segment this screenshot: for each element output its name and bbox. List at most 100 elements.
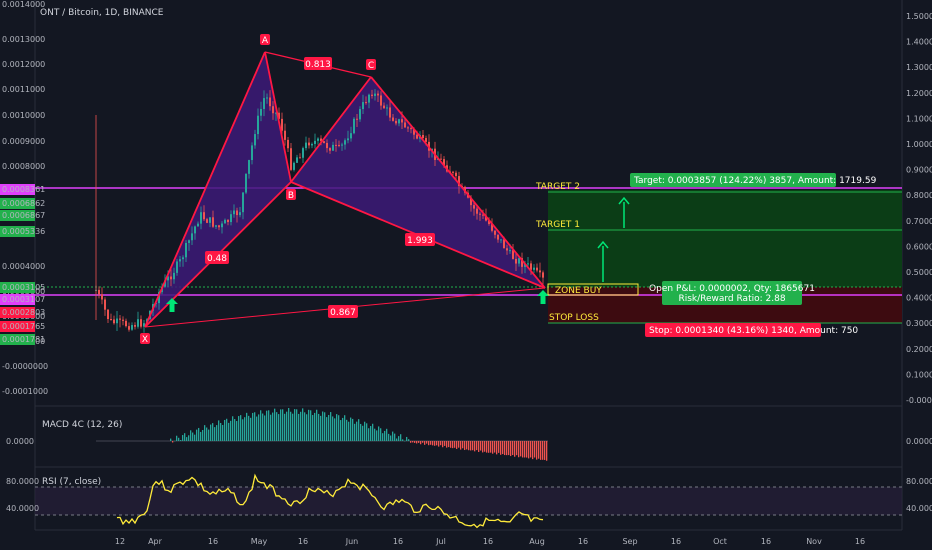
macd-bar xyxy=(480,441,482,451)
candle-body xyxy=(368,94,370,103)
macd-bar xyxy=(370,426,372,441)
pnl-info-box[interactable]: Open P&L: 0.0000002, Qty: 1865671 Risk/R… xyxy=(649,281,815,305)
macd-bar xyxy=(182,435,184,441)
macd-bar xyxy=(226,418,228,441)
macd-bar xyxy=(538,441,540,459)
candle-body xyxy=(137,319,139,327)
macd-bar xyxy=(388,433,390,441)
candle-body xyxy=(98,289,100,295)
macd-bar xyxy=(224,419,226,441)
time-tick: May xyxy=(251,537,268,546)
trading-chart[interactable]: ONT / Bitcoin, 1D, BINANCE 0.0014000 0.00… xyxy=(0,0,932,550)
macd-bar xyxy=(440,441,442,446)
macd-bar xyxy=(186,437,188,441)
candle-body xyxy=(425,138,427,142)
macd-bar xyxy=(506,441,508,456)
macd-bar xyxy=(278,414,280,441)
macd-bar xyxy=(530,441,532,458)
macd-bar xyxy=(422,441,424,443)
macd-bar xyxy=(444,441,446,446)
macd-bar xyxy=(518,441,520,458)
left-tick: -0.0001000 xyxy=(2,387,48,396)
macd-right-tick: 0.0000 xyxy=(906,437,932,446)
candle-body xyxy=(374,93,376,96)
candle-body xyxy=(344,140,346,145)
rsi-left-tick-40: 40.0000 xyxy=(6,504,39,513)
candle-body xyxy=(542,272,544,278)
candle-body xyxy=(227,219,229,223)
macd-bar xyxy=(360,423,362,441)
macd-bar xyxy=(474,441,476,452)
candle-body xyxy=(533,267,535,270)
macd-bar xyxy=(362,425,364,441)
candle-body xyxy=(455,172,457,177)
candle-body xyxy=(392,117,394,121)
price-badge: 0.0001765 xyxy=(2,322,45,331)
macd-bar xyxy=(490,441,492,453)
candle-body xyxy=(128,326,130,330)
macd-bar xyxy=(392,431,394,441)
macd-bar xyxy=(436,441,438,446)
macd-bar xyxy=(234,419,236,441)
macd-bar xyxy=(260,410,262,441)
macd-bar xyxy=(438,441,440,447)
macd-bar xyxy=(504,441,506,456)
right-tick: 0.4000 xyxy=(906,294,932,303)
macd-bar xyxy=(502,441,504,455)
macd-bar xyxy=(498,441,500,453)
macd-bar xyxy=(460,441,462,450)
candle-body xyxy=(251,145,253,161)
candle-body xyxy=(353,118,355,134)
time-tick: Nov xyxy=(806,537,822,546)
target-info-box[interactable]: Target: 0.0003857 (124.22%) 3857, Amount… xyxy=(630,173,877,187)
macd-bar xyxy=(280,409,282,441)
macd-bar xyxy=(528,441,530,459)
right-tick: 1.3000 xyxy=(906,63,932,72)
macd-bar xyxy=(248,415,250,441)
macd-bar xyxy=(478,441,480,452)
macd-bar xyxy=(202,430,204,441)
macd-bar xyxy=(520,441,522,457)
macd-bar xyxy=(536,441,538,460)
macd-bar xyxy=(434,441,436,446)
candle-body xyxy=(131,325,133,330)
rsi-right-tick-40: 40.0000 xyxy=(906,504,932,513)
candle-body xyxy=(107,309,109,320)
candle-body xyxy=(236,210,238,216)
candle-body xyxy=(194,226,196,234)
macd-bar xyxy=(332,416,334,441)
candle-body xyxy=(179,259,181,262)
stop-info-box[interactable]: Stop: 0.0001340 (43.16%) 1340, Amount: 7… xyxy=(645,323,858,337)
candle-body xyxy=(173,272,175,280)
macd-bar xyxy=(286,411,288,441)
macd-bar xyxy=(320,415,322,441)
macd-bar xyxy=(442,441,444,448)
left-tick: 0.0009000 xyxy=(2,137,45,146)
right-price-axis[interactable]: 1.5000 1.4000 1.3000 1.2000 1.1000 1.0000 0.90… xyxy=(906,12,932,405)
candle-body xyxy=(308,142,310,146)
macd-bar xyxy=(382,433,384,441)
macd-bar xyxy=(462,441,464,449)
macd-bar xyxy=(464,441,466,451)
stop-info-text: Stop: 0.0001340 (43.16%) 1340, Amount: 7… xyxy=(649,326,858,336)
right-tick: 0.3000 xyxy=(906,319,932,328)
macd-bar xyxy=(394,433,396,441)
candle-body xyxy=(509,250,511,252)
price-badge: 0.0005336 xyxy=(2,227,45,236)
time-axis[interactable]: 12 Apr 16 May 16 Jun 16 Jul 16 Aug 16 Sep 16 Oct 16 Nov… xyxy=(115,537,865,546)
macd-bar xyxy=(322,411,324,441)
macd-bar xyxy=(200,431,202,441)
candle-body xyxy=(512,250,514,259)
macd-bar xyxy=(450,441,452,448)
macd-bar xyxy=(352,418,354,441)
macd-bar xyxy=(356,421,358,441)
candle-body xyxy=(254,134,256,146)
candle-body xyxy=(494,230,496,235)
candle-body xyxy=(500,239,502,241)
macd-histogram xyxy=(96,408,548,461)
candle-body xyxy=(257,115,259,135)
candle-body xyxy=(329,148,331,151)
macd-bar xyxy=(258,414,260,441)
macd-bar xyxy=(416,441,418,444)
macd-bar xyxy=(358,419,360,441)
